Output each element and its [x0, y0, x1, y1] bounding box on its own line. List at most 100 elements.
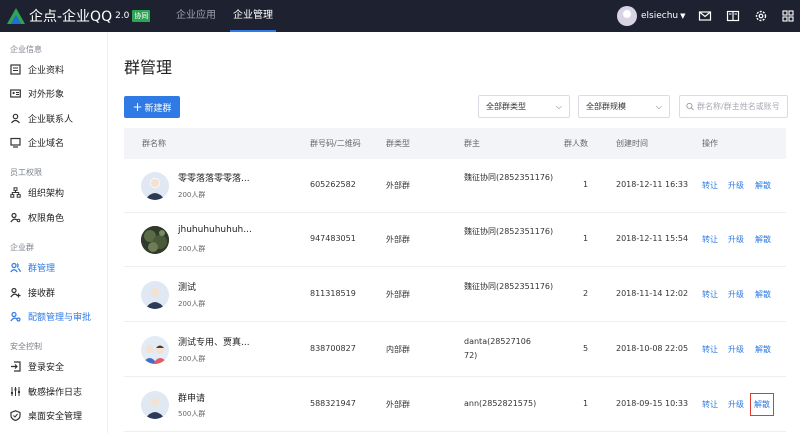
transfer-button[interactable]: 转让: [702, 234, 718, 245]
group-size: 200人群: [178, 191, 206, 199]
dissolve-button[interactable]: 解散: [755, 344, 771, 355]
settings-icon[interactable]: [754, 9, 768, 23]
user-icon: [11, 113, 20, 123]
avatar: [617, 6, 637, 26]
group-name[interactable]: 零零落落零零落...: [178, 171, 250, 184]
group-avatar: [141, 172, 169, 200]
sidebar-item-receive-group[interactable]: 接收群: [10, 283, 106, 301]
group-members: 5: [583, 344, 589, 353]
document-icon: [10, 63, 21, 75]
column-header: 群类型: [386, 139, 410, 148]
column-header: 群主: [464, 139, 480, 148]
sidebar-item-public-image[interactable]: 对外形象: [10, 84, 106, 102]
user-add-icon: [10, 287, 21, 297]
column-header: 创建时间: [616, 139, 648, 148]
search-input[interactable]: [697, 102, 787, 111]
group-owner: danta(2852710672): [464, 337, 531, 360]
new-group-button[interactable]: + 新建群: [124, 96, 180, 118]
sidebar-item-contacts[interactable]: 企业联系人: [10, 109, 106, 127]
table-row: 测试 200人群 811318519 外部群 魏征协同(2852351176) …: [124, 268, 786, 322]
sidebar-item-sensitive-log[interactable]: 敏感操作日志: [10, 382, 106, 400]
sidebar-item-label: 接收群: [28, 288, 56, 299]
shield-icon: [10, 409, 21, 421]
group-type: 外部群: [386, 235, 410, 244]
sidebar-item-label: 组织架构: [28, 188, 65, 199]
group-name[interactable]: 测试: [178, 280, 196, 293]
group-size-value: 全部群规模: [586, 102, 626, 111]
group-type-select[interactable]: 全部群类型 ⌵: [478, 95, 570, 118]
group-name[interactable]: 群申请: [178, 391, 205, 404]
sidebar-item-label: 桌面安全管理: [28, 411, 83, 422]
group-members: 1: [583, 399, 589, 408]
group-avatar: [141, 281, 169, 309]
group-type: 外部群: [386, 290, 410, 299]
sidebar-item-label: 敏感操作日志: [28, 387, 83, 398]
group-owner: ann(2852821575): [464, 399, 537, 408]
group-icon: [10, 262, 21, 272]
column-header: 群人数: [564, 139, 588, 148]
created-time: 2018-11-14 12:02: [616, 289, 689, 298]
group-size: 500人群: [178, 410, 206, 418]
search-box[interactable]: [679, 95, 788, 118]
upgrade-button[interactable]: 升级: [728, 289, 744, 300]
book-icon[interactable]: [726, 9, 740, 23]
sidebar-item-org-structure[interactable]: 组织架构: [10, 183, 106, 201]
group-owner: 魏征协同(2852351176): [464, 173, 554, 182]
created-time: 2018-09-15 10:33: [616, 399, 689, 408]
transfer-button[interactable]: 转让: [702, 344, 718, 355]
tab-enterprise-apps[interactable]: 企业应用: [176, 0, 216, 32]
dissolve-button[interactable]: 解散: [755, 234, 771, 245]
apps-grid-icon[interactable]: [781, 9, 795, 23]
tab-enterprise-management[interactable]: 企业管理: [230, 0, 276, 32]
sidebar-item-enterprise-profile[interactable]: 企业资料: [10, 60, 106, 78]
group-avatar: [141, 336, 169, 364]
group-type-value: 全部群类型: [486, 102, 526, 111]
group-name[interactable]: 测试专用、贾真...: [178, 335, 250, 348]
user-key-icon: [10, 212, 21, 222]
mail-icon[interactable]: [698, 9, 712, 23]
group-members: 1: [583, 234, 589, 243]
group-size-select[interactable]: 全部群规模 ⌵: [578, 95, 670, 118]
top-bar: 企点-企业QQ 2.0 协同 企业应用 企业管理 elsiechu ▼: [0, 0, 800, 32]
dissolve-button[interactable]: 解散: [755, 289, 771, 300]
column-header: 操作: [702, 139, 718, 148]
group-avatar: [141, 226, 169, 254]
upgrade-button[interactable]: 升级: [728, 180, 744, 191]
transfer-button[interactable]: 转让: [702, 289, 718, 300]
chevron-down-icon: ⌵: [555, 102, 562, 111]
group-number: 838700827: [310, 344, 356, 353]
login-icon: [11, 360, 21, 372]
upgrade-button[interactable]: 升级: [728, 234, 744, 245]
column-header: 群名称: [142, 139, 166, 148]
page-title: 群管理: [124, 58, 173, 77]
sidebar-item-domain[interactable]: 企业域名: [10, 133, 106, 151]
new-group-label: 新建群: [144, 103, 172, 114]
org-chart-icon: [10, 186, 21, 198]
sidebar-item-group-management[interactable]: 群管理: [10, 258, 106, 276]
brand-version: 2.0: [115, 11, 130, 21]
user-name: elsiechu: [641, 11, 679, 21]
sidebar-item-quota-approval[interactable]: 配额管理与审批: [10, 307, 106, 325]
group-members: 2: [583, 289, 589, 298]
upgrade-button[interactable]: 升级: [728, 344, 744, 355]
upgrade-button[interactable]: 升级: [728, 399, 744, 410]
brand-logo[interactable]: 企点-企业QQ 2.0 协同: [6, 6, 151, 26]
sidebar-item-desktop-security[interactable]: 桌面安全管理: [10, 406, 106, 424]
created-time: 2018-12-11 16:33: [616, 180, 689, 189]
sidebar-item-label: 群管理: [28, 263, 56, 274]
group-name[interactable]: jhuhuhuhuhuh...: [178, 225, 252, 235]
dissolve-button-highlighted[interactable]: 解散: [750, 393, 774, 416]
group-number: 605262582: [310, 180, 356, 189]
sidebar-item-login-security[interactable]: 登录安全: [10, 357, 106, 375]
sliders-icon: [11, 386, 20, 396]
transfer-button[interactable]: 转让: [702, 399, 718, 410]
sidebar-item-roles[interactable]: 权限角色: [10, 208, 106, 226]
monitor-icon: [10, 137, 21, 148]
user-menu[interactable]: elsiechu ▼: [617, 6, 686, 26]
logo-icon: [7, 8, 25, 24]
table-row: jhuhuhuhuhuh... 200人群 947483051 外部群 魏征协同…: [124, 213, 786, 267]
dissolve-button[interactable]: 解散: [755, 180, 771, 191]
transfer-button[interactable]: 转让: [702, 180, 718, 191]
plus-icon: +: [132, 100, 143, 114]
group-owner: 魏征协同(2852351176): [464, 282, 554, 291]
